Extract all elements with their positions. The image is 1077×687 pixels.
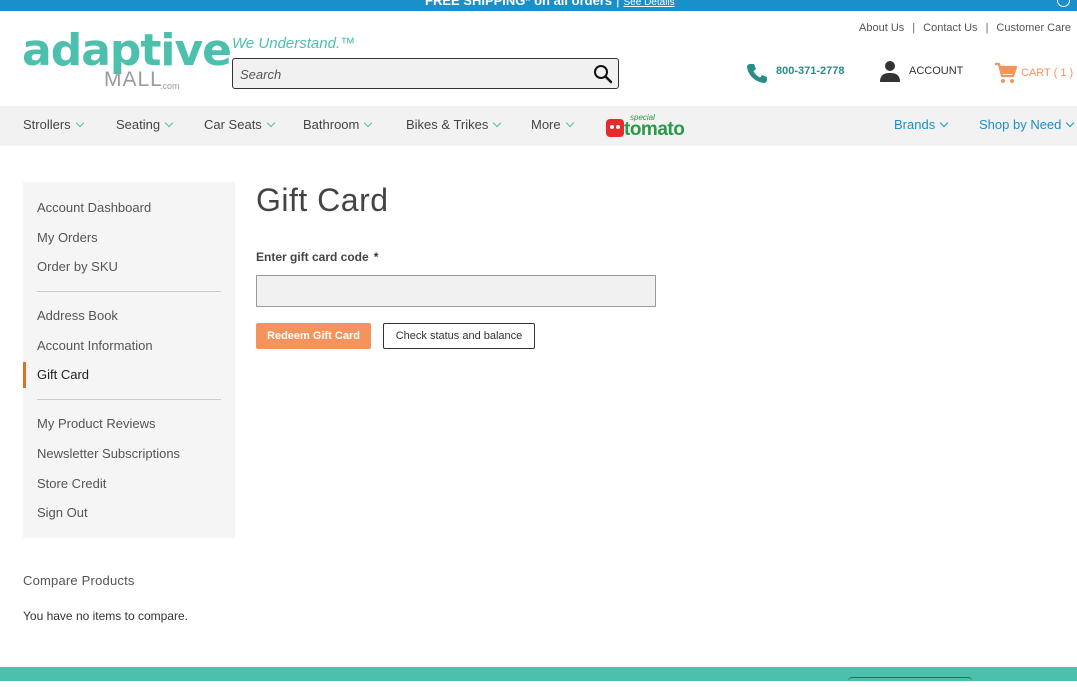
nav-item-bathroom[interactable]: Bathroom: [303, 117, 373, 132]
sidebar-item-store-credit[interactable]: Store Credit: [37, 476, 106, 491]
sidebar-item-my-product-reviews[interactable]: My Product Reviews: [37, 416, 155, 431]
nav-item-label: Bathroom: [303, 117, 360, 132]
customer-care-link[interactable]: Customer Care: [996, 22, 1071, 34]
account-sidebar: Account Dashboard My Orders Order by SKU…: [23, 182, 235, 538]
chevron-down-icon: [75, 118, 84, 128]
nav-item-label: Shop by Need: [979, 117, 1062, 132]
nav-item-car-seats[interactable]: Car Seats: [204, 117, 276, 132]
top-links-separator: |: [985, 22, 989, 34]
nav-item-brands[interactable]: Brands: [894, 117, 949, 132]
cart-label: CART ( 1 ): [1021, 67, 1074, 79]
nav-item-label: Bikes & Trikes: [406, 117, 489, 132]
special-tomato-logo[interactable]: special tomato: [606, 113, 688, 140]
top-links: About Us | Contact Us | Customer Care: [859, 22, 1071, 34]
main-nav: Strollers Seating Car Seats Bathroom Bik…: [0, 106, 1077, 146]
gift-card-code-label: Enter gift card code *: [256, 250, 378, 264]
promo-see-details-link[interactable]: See Details: [624, 0, 675, 8]
sidebar-item-my-orders[interactable]: My Orders: [37, 230, 98, 245]
tagline: We Understand.™: [232, 35, 356, 52]
search-box: [232, 58, 619, 89]
nav-item-strollers[interactable]: Strollers: [23, 117, 84, 132]
nav-item-shop-by-need[interactable]: Shop by Need: [979, 117, 1075, 132]
top-links-separator: |: [912, 22, 916, 34]
nav-item-more[interactable]: More: [531, 117, 574, 132]
footer-bar: [0, 667, 1077, 681]
cart-icon: [995, 62, 1018, 83]
chevron-down-icon: [939, 118, 949, 128]
sidebar-active-marker: [23, 362, 26, 388]
chevron-down-icon: [1066, 118, 1075, 128]
sidebar-item-address-book[interactable]: Address Book: [37, 308, 118, 323]
redeem-gift-card-button[interactable]: Redeem Gift Card: [256, 323, 371, 349]
sidebar-item-gift-card[interactable]: Gift Card: [37, 367, 89, 382]
sidebar-item-sign-out[interactable]: Sign Out: [37, 505, 88, 520]
compare-empty-message: You have no items to compare.: [23, 609, 188, 623]
sidebar-item-order-by-sku[interactable]: Order by SKU: [37, 259, 118, 274]
site-logo[interactable]: adaptive MALL .com: [22, 29, 232, 92]
nav-item-seating[interactable]: Seating: [116, 117, 174, 132]
contact-us-link[interactable]: Contact Us: [923, 22, 977, 34]
sidebar-item-account-dashboard[interactable]: Account Dashboard: [37, 200, 151, 215]
sidebar-divider: [37, 291, 221, 292]
special-tomato-big-text: tomato: [624, 119, 685, 140]
search-icon[interactable]: [593, 64, 613, 84]
search-input[interactable]: [240, 64, 580, 84]
logo-text-com: .com: [160, 81, 180, 91]
promo-message: FREE SHIPPING* on all orders: [425, 0, 613, 8]
chevron-down-icon: [493, 118, 502, 128]
footer-chip[interactable]: [848, 677, 972, 687]
tomato-icon: [606, 119, 624, 137]
page-title: Gift Card: [256, 182, 389, 218]
promo-separator: |: [616, 0, 620, 8]
close-icon[interactable]: [1057, 0, 1070, 7]
promo-text: FREE SHIPPING* on all orders | See Details: [425, 0, 675, 8]
required-mark: *: [373, 250, 379, 264]
logo-text-adaptive: adaptive: [22, 25, 232, 76]
nav-item-label: Car Seats: [204, 117, 262, 132]
sidebar-item-newsletter-subscriptions[interactable]: Newsletter Subscriptions: [37, 446, 180, 461]
sidebar-item-account-information[interactable]: Account Information: [37, 338, 153, 353]
chevron-down-icon: [364, 118, 373, 128]
nav-item-bikes-trikes[interactable]: Bikes & Trikes: [406, 117, 502, 132]
cart-link[interactable]: CART ( 1 ): [994, 61, 1073, 85]
chevron-down-icon: [164, 118, 174, 128]
nav-item-label: Strollers: [23, 117, 71, 132]
logo-text-mall: MALL: [104, 68, 163, 91]
check-status-balance-button[interactable]: Check status and balance: [383, 323, 535, 349]
gift-card-code-input[interactable]: [256, 275, 656, 307]
about-us-link[interactable]: About Us: [859, 22, 904, 34]
chevron-down-icon: [565, 118, 574, 128]
chevron-down-icon: [266, 118, 276, 128]
phone-number: 800-371-2778: [776, 65, 845, 77]
account-link[interactable]: ACCOUNT: [879, 60, 963, 84]
nav-item-label: Seating: [116, 117, 161, 132]
site-header: adaptive MALL .com We Understand.™ About…: [0, 11, 1077, 106]
phone-icon: [747, 64, 767, 83]
promo-bar: FREE SHIPPING* on all orders | See Details: [0, 0, 1077, 11]
gift-card-code-label-text: Enter gift card code: [256, 250, 369, 264]
sidebar-divider: [37, 399, 221, 400]
nav-item-label: Brands: [894, 117, 936, 132]
account-label: ACCOUNT: [909, 65, 964, 77]
compare-products-title: Compare Products: [23, 573, 135, 588]
user-icon: [880, 61, 900, 82]
nav-item-label: More: [531, 117, 561, 132]
